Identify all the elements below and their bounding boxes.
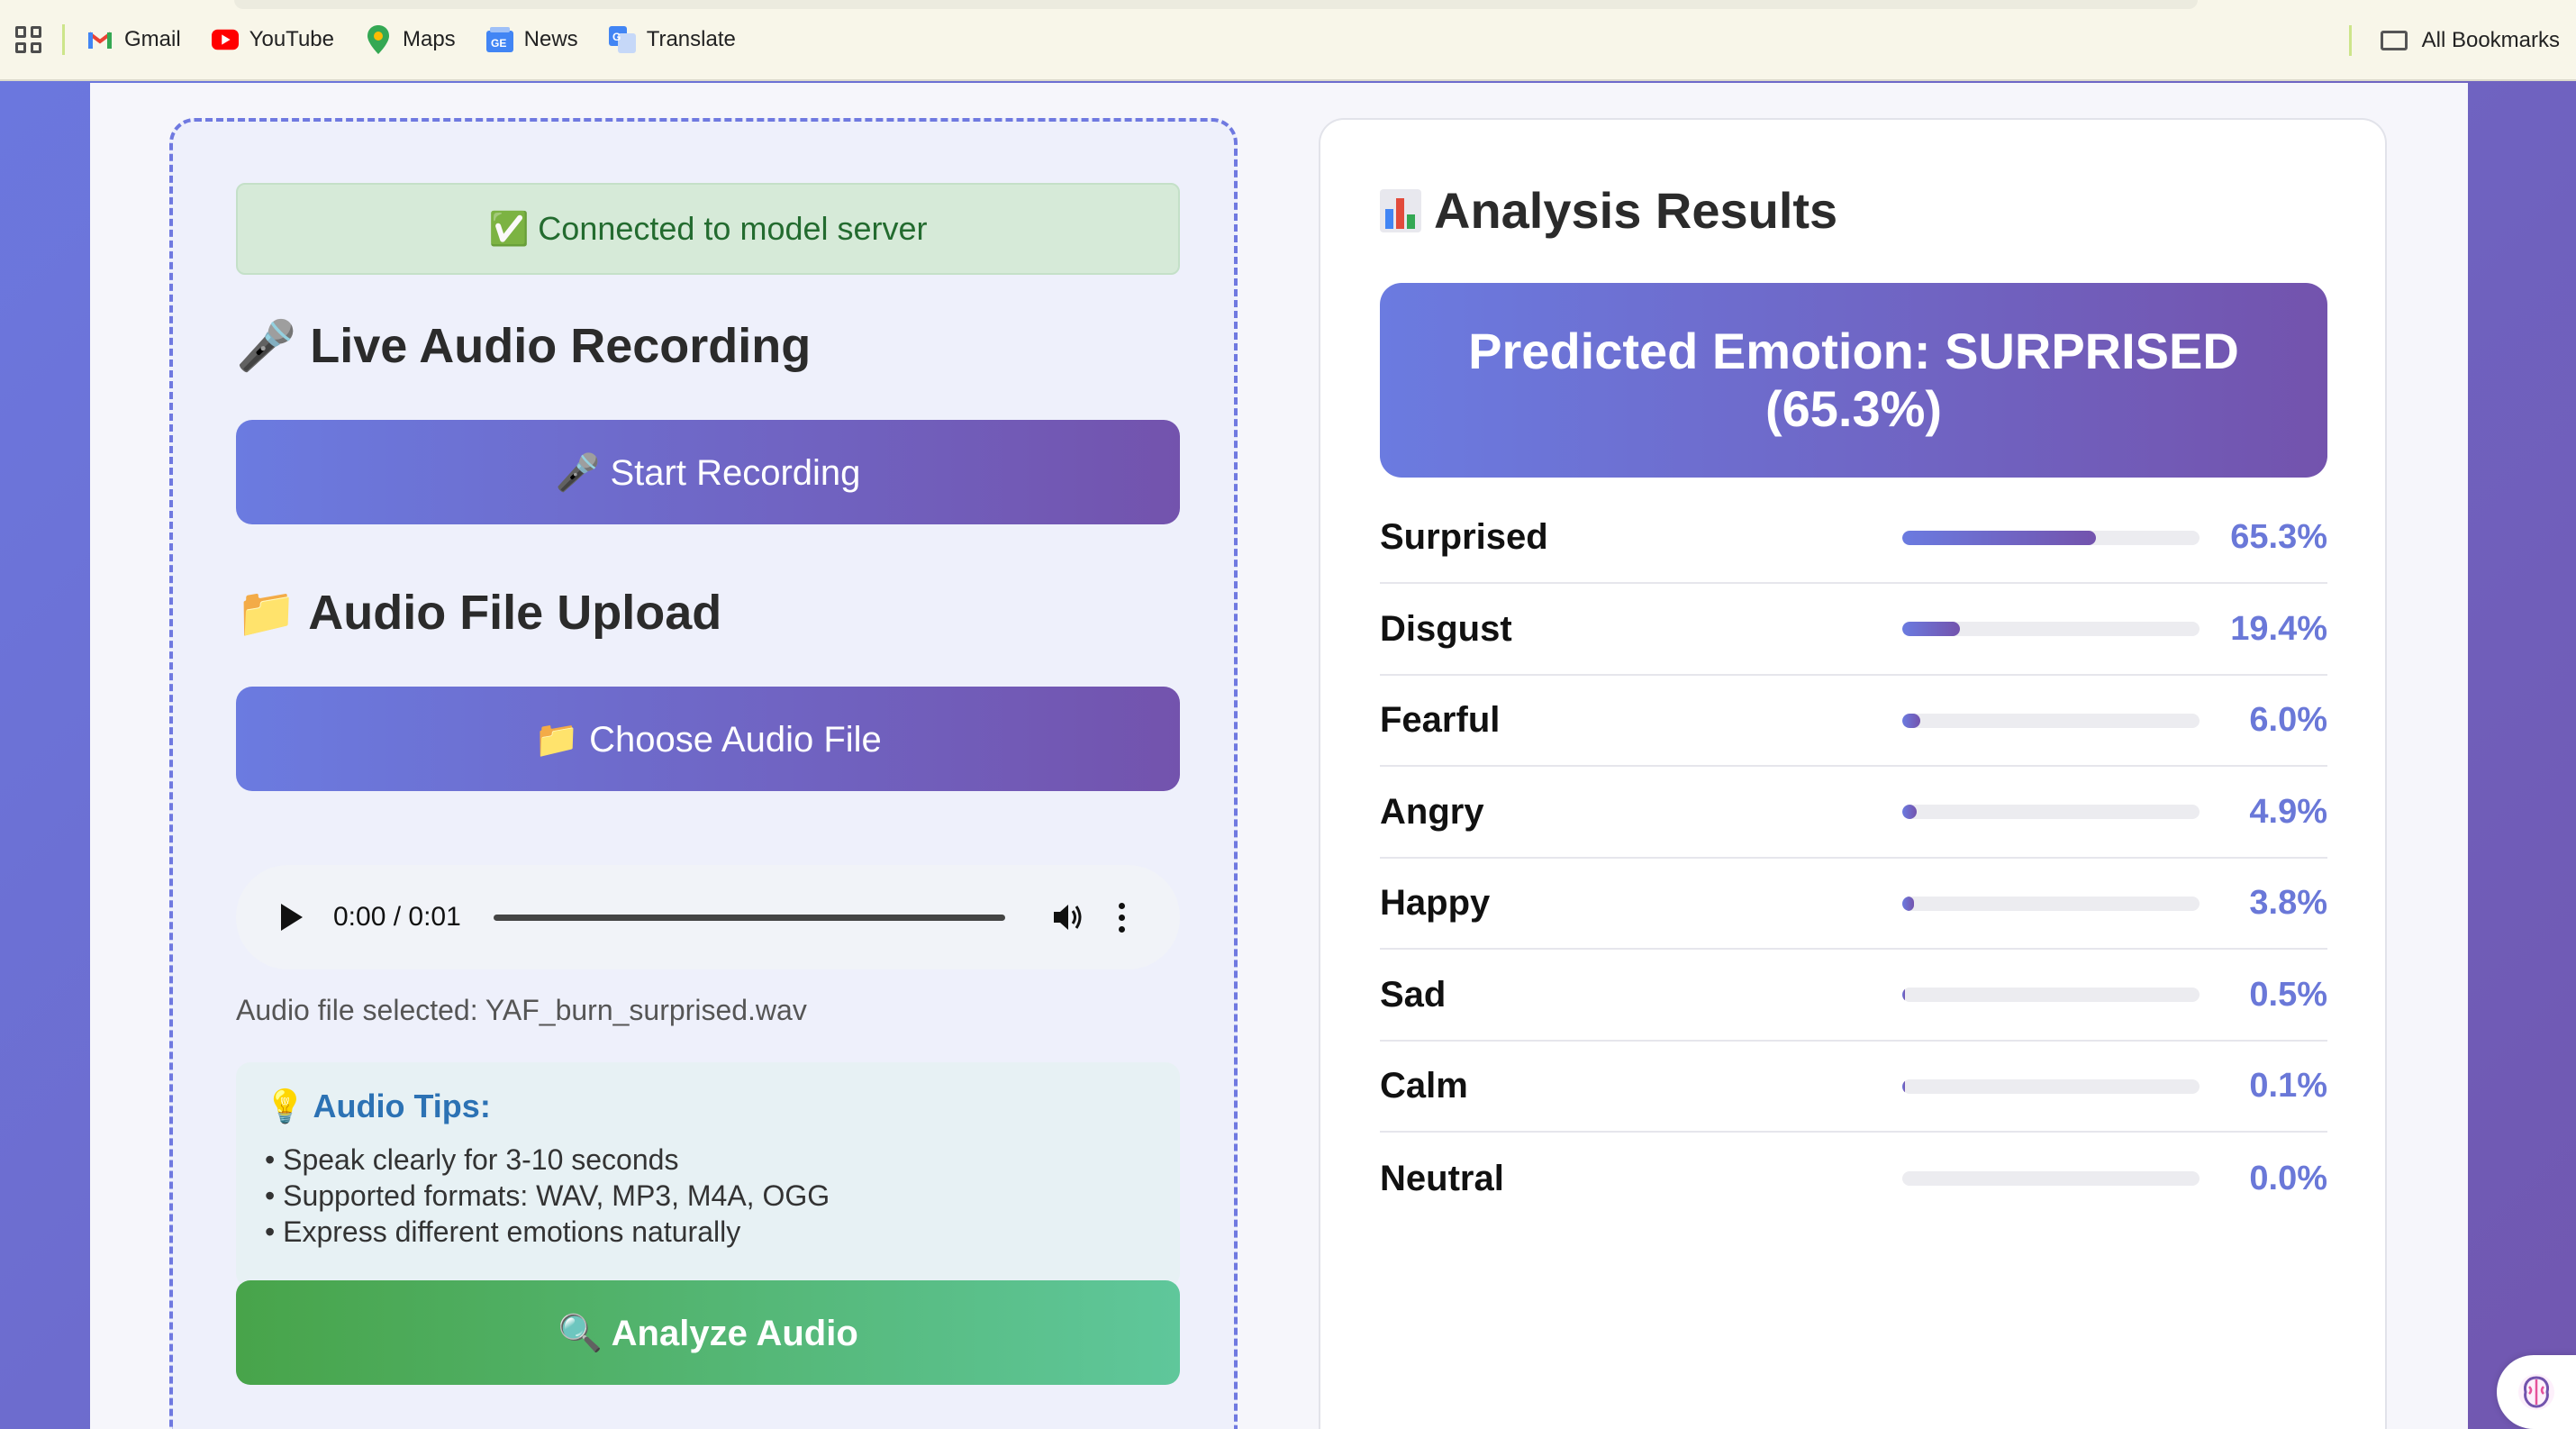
emotion-row: Calm 0.1% [1380,1042,2327,1133]
audio-tips-box: 💡 Audio Tips: • Speak clearly for 3-10 s… [236,1062,1180,1288]
results-panel: Analysis Results Predicted Emotion: SURP… [1319,118,2387,1429]
bookmarks-divider [2348,25,2352,56]
emotion-percentage: 0.0% [2249,1159,2327,1197]
emotion-row: Neutral 0.0% [1380,1133,2327,1224]
emotion-bar-track [1902,622,2200,636]
emotion-percentage: 65.3% [2230,518,2327,556]
emotion-name: Happy [1380,883,1491,923]
analyze-audio-button[interactable]: 🔍 Analyze Audio [236,1280,1180,1385]
file-upload-heading: 📁 Audio File Upload [236,586,722,640]
play-icon[interactable] [281,904,303,931]
predicted-emotion-banner: Predicted Emotion: SURPRISED (65.3%) [1380,283,2327,478]
emotion-bar-track [1902,530,2200,545]
emotion-bar-fill [1902,805,1918,819]
emotion-name: Sad [1380,974,1447,1015]
bookmark-label: Gmail [124,27,181,51]
emotion-score: 0.5% [1902,976,2327,1015]
emotion-percentage: 19.4% [2230,609,2327,648]
emotion-name: Fearful [1380,700,1501,740]
emotion-score: 4.9% [1902,793,2327,832]
emotion-percentage: 6.0% [2249,701,2327,739]
extension-brain-icon[interactable] [2497,1355,2576,1429]
more-options-icon[interactable] [1118,902,1125,933]
connection-status: ✅ Connected to model server [236,183,1180,275]
apps-grid-icon[interactable] [15,26,42,53]
audio-tip-item: • Express different emotions naturally [265,1215,741,1248]
maps-icon [365,25,392,54]
emotion-score: 65.3% [1902,518,2327,557]
emotion-percentage: 3.8% [2249,884,2327,922]
emotion-row: Happy 3.8% [1380,859,2327,950]
choose-audio-file-button[interactable]: 📁 Choose Audio File [236,687,1180,791]
start-recording-button[interactable]: 🎤 Start Recording [236,420,1180,524]
all-bookmarks-label: All Bookmarks [2421,28,2560,52]
predicted-emotion-confidence: (65.3%) [1764,380,1943,437]
emotion-bar-track [1902,1079,2200,1094]
bookmark-youtube[interactable]: YouTube [211,26,334,53]
bookmark-label: Translate [646,27,736,51]
emotion-score: 0.1% [1902,1067,2327,1106]
emotion-score: 6.0% [1902,701,2327,740]
svg-text:GE: GE [491,37,506,50]
bar-chart-icon [1380,188,1421,232]
emotion-score: 3.8% [1902,884,2327,923]
emotion-percentage: 0.1% [2249,1067,2327,1105]
emotion-row: Surprised 65.3% [1380,493,2327,584]
emotion-name: Disgust [1380,608,1512,649]
emotion-name: Calm [1380,1066,1468,1106]
selected-file-text: Audio file selected: YAF_burn_surprised.… [236,994,807,1026]
emotion-score: 19.4% [1902,610,2327,649]
emotion-bar-track [1902,805,2200,819]
audio-tip-item: • Speak clearly for 3-10 seconds [265,1143,679,1176]
emotion-percentage: 4.9% [2249,792,2327,831]
emotion-name: Neutral [1380,1158,1504,1198]
predicted-emotion-text: Predicted Emotion: SURPRISED [1468,323,2239,379]
translate-icon: G [608,26,636,53]
emotion-score: 0.0% [1902,1160,2327,1198]
analysis-results-title: Analysis Results [1380,181,1837,240]
bookmark-label: YouTube [249,27,334,51]
audio-tips-title: 💡 Audio Tips: [265,1088,491,1124]
bookmark-label: News [523,27,578,51]
emotion-name: Surprised [1380,517,1548,557]
folder-icon [2380,31,2408,50]
emotion-bar-track [1902,988,2200,1002]
emotion-bar-fill [1902,896,1914,911]
emotion-row: Disgust 19.4% [1380,585,2327,676]
news-icon: GE [485,26,513,53]
volume-icon[interactable] [1052,901,1088,933]
emotion-name: Angry [1380,791,1484,832]
emotion-bar-track [1902,896,2200,911]
emotion-bar-fill [1902,530,2097,545]
player-time: 0:00 / 0:01 [333,902,461,932]
emotion-row: Angry 4.9% [1380,768,2327,859]
emotion-bar-fill [1902,622,1961,636]
address-bar-edge [234,0,2198,9]
input-panel: ✅ Connected to model server 🎤 Live Audio… [169,118,1238,1429]
emotion-bar-fill [1902,988,1906,1002]
bookmark-label: Maps [402,27,456,51]
player-seek-bar[interactable] [493,914,1005,921]
emotion-percentage: 0.5% [2249,975,2327,1014]
emotion-bar-track [1902,713,2200,728]
gmail-icon [86,26,113,53]
bookmark-news[interactable]: GE News [485,26,578,53]
emotion-bar-track [1902,1171,2200,1186]
svg-text:G: G [612,31,621,43]
bookmark-translate[interactable]: G Translate [608,26,736,53]
analysis-results-title-text: Analysis Results [1434,182,1838,239]
audio-player: 0:00 / 0:01 [236,865,1180,969]
bookmarks-bar: Gmail YouTube Maps GE News G Translate A… [0,0,2576,81]
emotion-row: Sad 0.5% [1380,951,2327,1042]
live-recording-heading: 🎤 Live Audio Recording [236,319,812,373]
emotion-row: Fearful 6.0% [1380,676,2327,767]
audio-tip-item: • Supported formats: WAV, MP3, M4A, OGG [265,1179,830,1212]
all-bookmarks[interactable]: All Bookmarks [2348,0,2560,81]
emotion-bar-fill [1902,1079,1906,1094]
youtube-icon [211,26,239,53]
emotion-bar-fill [1902,713,1920,728]
bookmark-maps[interactable]: Maps [365,25,456,54]
bookmarks-divider [62,24,65,55]
bookmark-gmail[interactable]: Gmail [86,26,181,53]
